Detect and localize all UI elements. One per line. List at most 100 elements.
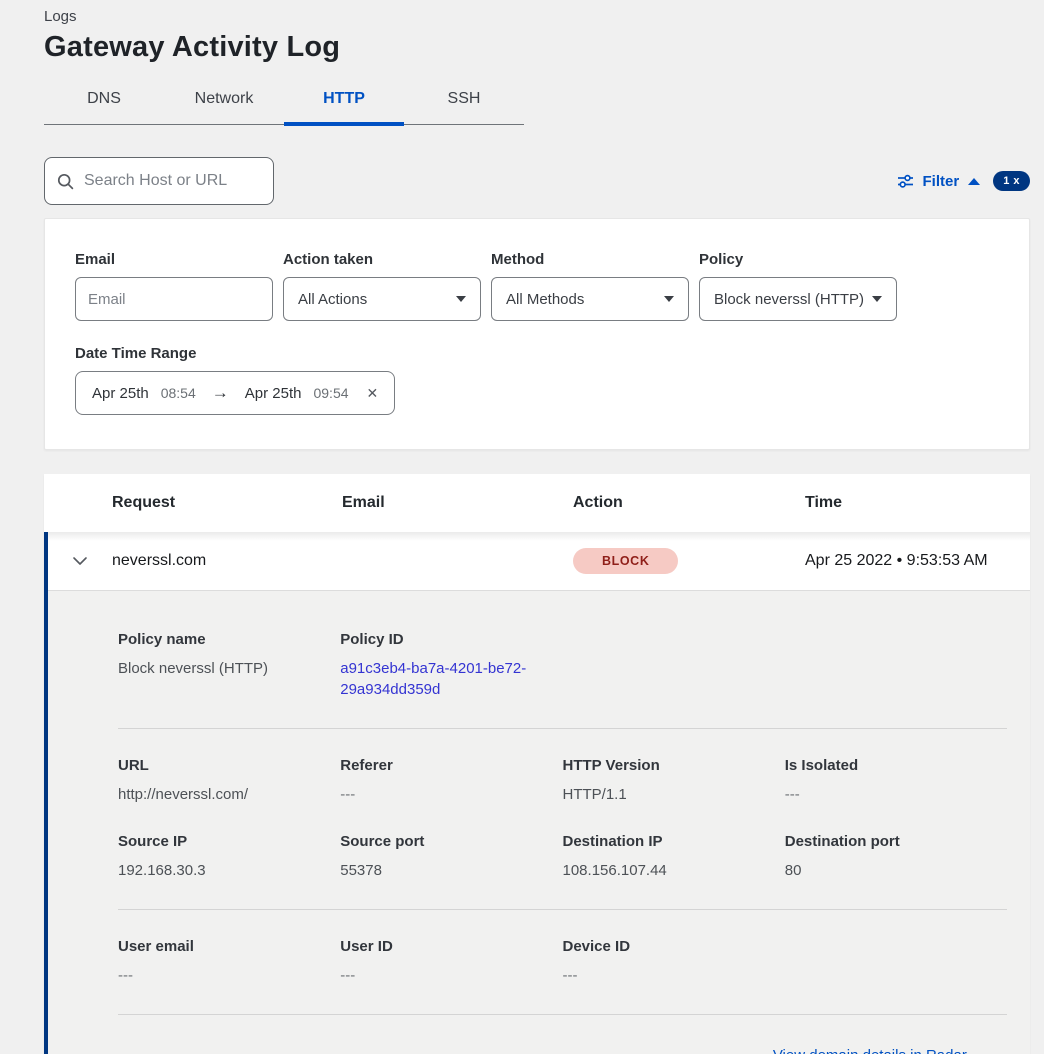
section-divider (118, 1014, 1007, 1015)
device-id-value: --- (563, 965, 767, 986)
url-field: URL http://neverssl.com/ (118, 757, 340, 805)
action-taken-filter-label: Action taken (283, 251, 481, 268)
table-header-row: Request Email Action Time (44, 474, 1030, 532)
range-end-date[interactable]: Apr 25th (245, 385, 302, 402)
arrow-right-icon: → (208, 383, 233, 403)
filter-toggle-button[interactable]: Filter 1 x (897, 171, 1030, 191)
user-id-field: User ID --- (340, 938, 562, 986)
radar-link-row: View domain details in Radar → (118, 1043, 1007, 1054)
referer-value: --- (340, 784, 544, 805)
block-status-badge: BLOCK (573, 548, 678, 574)
action-taken-filter-field: Action taken All Actions (283, 251, 481, 321)
collapse-row-button[interactable] (48, 556, 112, 566)
page-title: Gateway Activity Log (44, 31, 1030, 64)
tab-dns[interactable]: DNS (44, 84, 164, 124)
clear-date-range-icon[interactable]: ✕ (367, 385, 379, 402)
column-header-email: Email (342, 494, 573, 512)
search-box (44, 157, 274, 205)
date-range-label: Date Time Range (75, 345, 999, 362)
tab-ssh[interactable]: SSH (404, 84, 524, 124)
policy-name-label: Policy name (118, 631, 322, 648)
column-header-time: Time (805, 494, 1030, 512)
user-id-value: --- (340, 965, 544, 986)
row-action-cell: BLOCK (573, 548, 805, 574)
policy-id-field: Policy ID a91c3eb4-ba7a-4201-be72-29a934… (340, 631, 562, 700)
dropdown-arrow-icon (872, 296, 882, 302)
method-selected-value: All Methods (506, 291, 584, 308)
destination-ip-field: Destination IP 108.156.107.44 (563, 833, 785, 881)
destination-port-field: Destination port 80 (785, 833, 1007, 881)
http-request-section: URL http://neverssl.com/ Referer --- HTT… (118, 757, 1007, 909)
method-select[interactable]: All Methods (491, 277, 689, 321)
http-version-label: HTTP Version (563, 757, 767, 774)
email-filter-label: Email (75, 251, 273, 268)
is-isolated-label: Is Isolated (785, 757, 989, 774)
user-email-field: User email --- (118, 938, 340, 986)
tab-http[interactable]: HTTP (284, 84, 404, 124)
section-divider (118, 909, 1007, 910)
source-ip-value: 192.168.30.3 (118, 860, 322, 881)
expanded-row-wrapper: neverssl.com BLOCK Apr 25 2022 • 9:53:53… (44, 532, 1030, 1054)
search-icon (57, 173, 84, 190)
toolbar: Filter 1 x (44, 157, 1030, 205)
source-ip-field: Source IP 192.168.30.3 (118, 833, 340, 881)
method-filter-label: Method (491, 251, 689, 268)
table-row[interactable]: neverssl.com BLOCK Apr 25 2022 • 9:53:53… (48, 532, 1030, 590)
user-section: User email --- User ID --- Device ID --- (118, 938, 1007, 1014)
destination-ip-value: 108.156.107.44 (563, 860, 767, 881)
column-header-action: Action (573, 494, 805, 512)
source-ip-label: Source IP (118, 833, 322, 850)
policy-section: Policy name Block neverssl (HTTP) Policy… (118, 631, 1007, 728)
destination-port-value: 80 (785, 860, 989, 881)
policy-filter-field: Policy Block neverssl (HTTP) (699, 251, 897, 321)
user-email-value: --- (118, 965, 322, 986)
source-port-label: Source port (340, 833, 544, 850)
tab-network[interactable]: Network (164, 84, 284, 124)
is-isolated-value: --- (785, 784, 989, 805)
view-domain-in-radar-link[interactable]: View domain details in Radar → (773, 1047, 986, 1054)
policy-filter-label: Policy (699, 251, 897, 268)
policy-name-value: Block neverssl (HTTP) (118, 658, 322, 679)
log-type-tabs: DNS Network HTTP SSH (44, 84, 524, 125)
range-end-time[interactable]: 09:54 (313, 385, 348, 401)
policy-select[interactable]: Block neverssl (HTTP) (699, 277, 897, 321)
url-label: URL (118, 757, 322, 774)
row-time-value: Apr 25 2022 • 9:53:53 AM (805, 552, 1030, 570)
destination-ip-label: Destination IP (563, 833, 767, 850)
email-filter-input[interactable] (75, 277, 273, 321)
range-start-date[interactable]: Apr 25th (92, 385, 149, 402)
dropdown-arrow-icon (664, 296, 674, 302)
filter-label: Filter (923, 173, 960, 190)
source-port-field: Source port 55378 (340, 833, 562, 881)
row-request-value: neverssl.com (112, 552, 342, 570)
device-id-field: Device ID --- (563, 938, 785, 986)
column-header-request: Request (112, 494, 342, 512)
method-filter-field: Method All Methods (491, 251, 689, 321)
device-id-label: Device ID (563, 938, 767, 955)
filter-icon (897, 173, 914, 189)
filter-count-badge[interactable]: 1 x (993, 171, 1030, 191)
is-isolated-field: Is Isolated --- (785, 757, 1007, 805)
chevron-down-icon (72, 556, 88, 566)
referer-field: Referer --- (340, 757, 562, 805)
policy-id-link[interactable]: a91c3eb4-ba7a-4201-be72-29a934dd359d (340, 658, 540, 700)
source-port-value: 55378 (340, 860, 544, 881)
policy-id-label: Policy ID (340, 631, 544, 648)
destination-port-label: Destination port (785, 833, 989, 850)
email-filter-field: Email (75, 251, 273, 321)
referer-label: Referer (340, 757, 544, 774)
dropdown-arrow-icon (456, 296, 466, 302)
gateway-activity-log-page: Logs Gateway Activity Log DNS Network HT… (0, 0, 1044, 1054)
http-version-value: HTTP/1.1 (563, 784, 767, 805)
filter-panel: Email Action taken All Actions Method Al… (44, 218, 1030, 450)
row-detail-panel: Policy name Block neverssl (HTTP) Policy… (48, 590, 1030, 1054)
user-id-label: User ID (340, 938, 544, 955)
action-taken-select[interactable]: All Actions (283, 277, 481, 321)
search-input[interactable] (84, 172, 261, 190)
http-version-field: HTTP Version HTTP/1.1 (563, 757, 785, 805)
breadcrumb[interactable]: Logs (44, 4, 1030, 25)
action-taken-selected-value: All Actions (298, 291, 367, 308)
activity-log-table: Request Email Action Time neverssl.com B… (44, 474, 1030, 1054)
date-range-picker[interactable]: Apr 25th 08:54 → Apr 25th 09:54 ✕ (75, 371, 395, 415)
range-start-time[interactable]: 08:54 (161, 385, 196, 401)
